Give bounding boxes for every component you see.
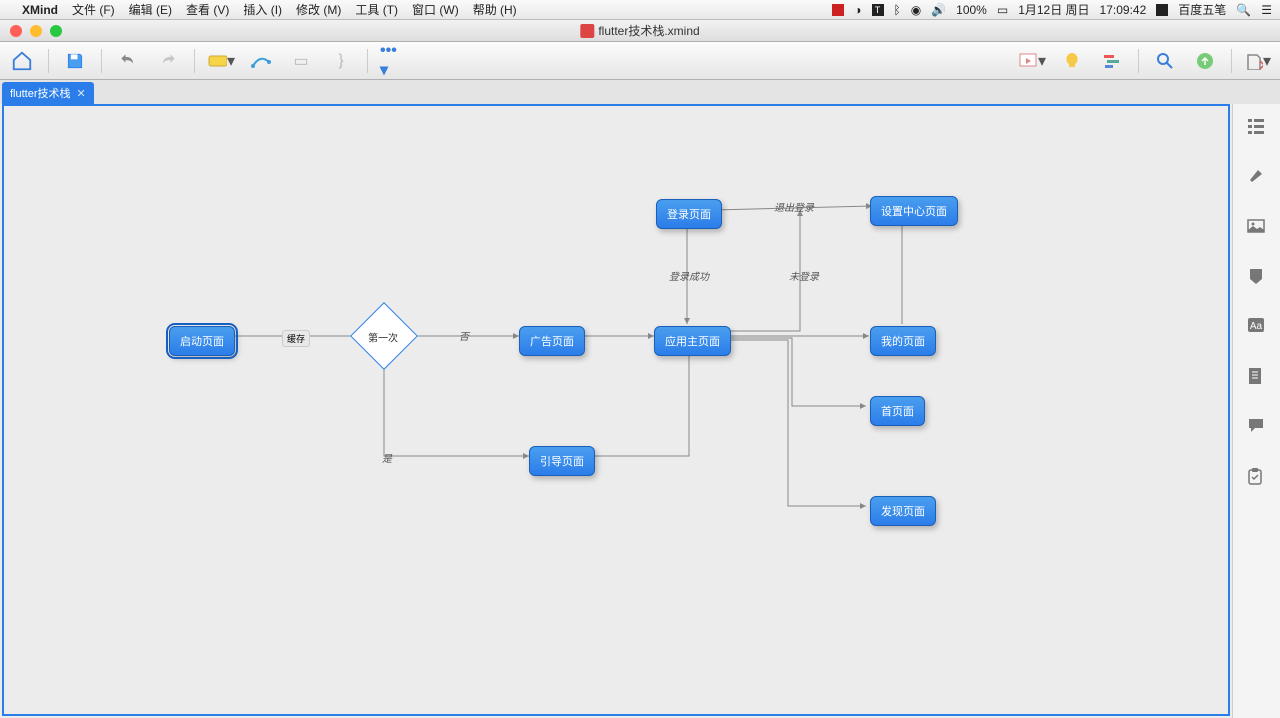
outline-icon[interactable] — [1246, 116, 1268, 138]
menu-modify[interactable]: 修改 (M) — [296, 1, 341, 18]
save-button[interactable] — [61, 47, 89, 75]
notes-icon[interactable] — [1246, 366, 1268, 388]
gantt-button[interactable] — [1098, 47, 1126, 75]
date-text: 1月12日 周日 — [1018, 1, 1089, 18]
ime-icon[interactable] — [1156, 4, 1168, 16]
time-text: 17:09:42 — [1100, 3, 1147, 17]
battery-icon[interactable]: ▭ — [997, 3, 1008, 17]
close-tab-icon[interactable]: ✕ — [77, 87, 86, 100]
task-icon[interactable] — [1246, 466, 1268, 488]
menu-view[interactable]: 查看 (V) — [186, 1, 229, 18]
menu-tools[interactable]: 工具 (T) — [355, 1, 398, 18]
image-icon[interactable] — [1246, 216, 1268, 238]
node-guide[interactable]: 引导页面 — [529, 446, 595, 476]
mindmap-canvas[interactable]: 启动页面 缓存 第一次 否 是 广告页面 引导页面 应用主页面 登录页面 登录成… — [2, 104, 1230, 716]
share-button[interactable] — [1191, 47, 1219, 75]
format-icon[interactable] — [1246, 166, 1268, 188]
bluetooth-icon[interactable]: ᛒ — [894, 3, 901, 17]
export-button[interactable]: ▾ — [1244, 47, 1272, 75]
home-button[interactable] — [8, 47, 36, 75]
marker-icon[interactable] — [1246, 266, 1268, 288]
window-title: flutter技术栈.xmind — [598, 22, 699, 39]
menu-edit[interactable]: 编辑 (E) — [129, 1, 172, 18]
window-titlebar: flutter技术栈.xmind — [0, 20, 1280, 42]
menu-help[interactable]: 帮助 (H) — [473, 1, 517, 18]
more-button[interactable]: ••• ▾ — [380, 47, 408, 75]
presentation-button[interactable]: ▾ — [1018, 47, 1046, 75]
idea-button[interactable] — [1058, 47, 1086, 75]
battery-text: 100% — [956, 3, 987, 17]
status-icon[interactable]: T — [872, 4, 884, 16]
ime-text: 百度五笔 — [1178, 1, 1226, 18]
volume-icon[interactable]: 🔊 — [931, 3, 946, 17]
node-home[interactable]: 首页面 — [870, 396, 925, 426]
xmind-file-icon — [580, 24, 594, 38]
tab-label: flutter技术栈 — [10, 85, 71, 101]
svg-text:Aa: Aa — [1249, 321, 1262, 332]
relationship-button[interactable] — [247, 47, 275, 75]
app-name[interactable]: XMind — [22, 3, 58, 17]
node-main[interactable]: 应用主页面 — [654, 326, 731, 356]
edge-label-yes: 是 — [382, 450, 392, 465]
toolbar: ▾ ▭ } ••• ▾ ▾ ▾ — [0, 42, 1280, 80]
summary-button[interactable]: } — [327, 47, 355, 75]
wifi-icon[interactable]: ◉ — [911, 3, 921, 17]
close-button[interactable] — [10, 25, 22, 37]
side-panel: Aa — [1232, 104, 1280, 718]
tab-bar: flutter技术栈 ✕ — [0, 80, 1280, 104]
menu-insert[interactable]: 插入 (I) — [243, 1, 282, 18]
edge-label-logout: 退出登录 — [774, 199, 814, 214]
edge-label-login-ok: 登录成功 — [669, 268, 709, 283]
node-mine[interactable]: 我的页面 — [870, 326, 936, 356]
document-tab[interactable]: flutter技术栈 ✕ — [2, 82, 94, 104]
edge-label-save: 缓存 — [282, 330, 310, 347]
connection-lines — [4, 106, 1228, 714]
menu-window[interactable]: 窗口 (W) — [412, 1, 459, 18]
status-icon[interactable]: ◑ — [854, 3, 861, 17]
node-start[interactable]: 启动页面 — [169, 326, 235, 356]
node-login[interactable]: 登录页面 — [656, 199, 722, 229]
menu-file[interactable]: 文件 (F) — [72, 1, 115, 18]
comments-icon[interactable] — [1246, 416, 1268, 438]
node-settings[interactable]: 设置中心页面 — [870, 196, 958, 226]
redo-button[interactable] — [154, 47, 182, 75]
edge-label-no: 否 — [459, 328, 469, 343]
macos-menubar: XMind 文件 (F) 编辑 (E) 查看 (V) 插入 (I) 修改 (M)… — [0, 0, 1280, 20]
node-ad[interactable]: 广告页面 — [519, 326, 585, 356]
boundary-button[interactable]: ▭ — [287, 47, 315, 75]
node-discover[interactable]: 发现页面 — [870, 496, 936, 526]
undo-button[interactable] — [114, 47, 142, 75]
search-button[interactable] — [1151, 47, 1179, 75]
edge-label-not-login: 未登录 — [789, 268, 819, 283]
status-icon[interactable] — [832, 4, 844, 16]
maximize-button[interactable] — [50, 25, 62, 37]
node-decision[interactable]: 第一次 — [350, 302, 418, 370]
minimize-button[interactable] — [30, 25, 42, 37]
topic-button[interactable]: ▾ — [207, 47, 235, 75]
spotlight-icon[interactable]: 🔍 — [1236, 3, 1251, 17]
menu-icon[interactable]: ☰ — [1261, 3, 1272, 17]
text-icon[interactable]: Aa — [1246, 316, 1268, 338]
